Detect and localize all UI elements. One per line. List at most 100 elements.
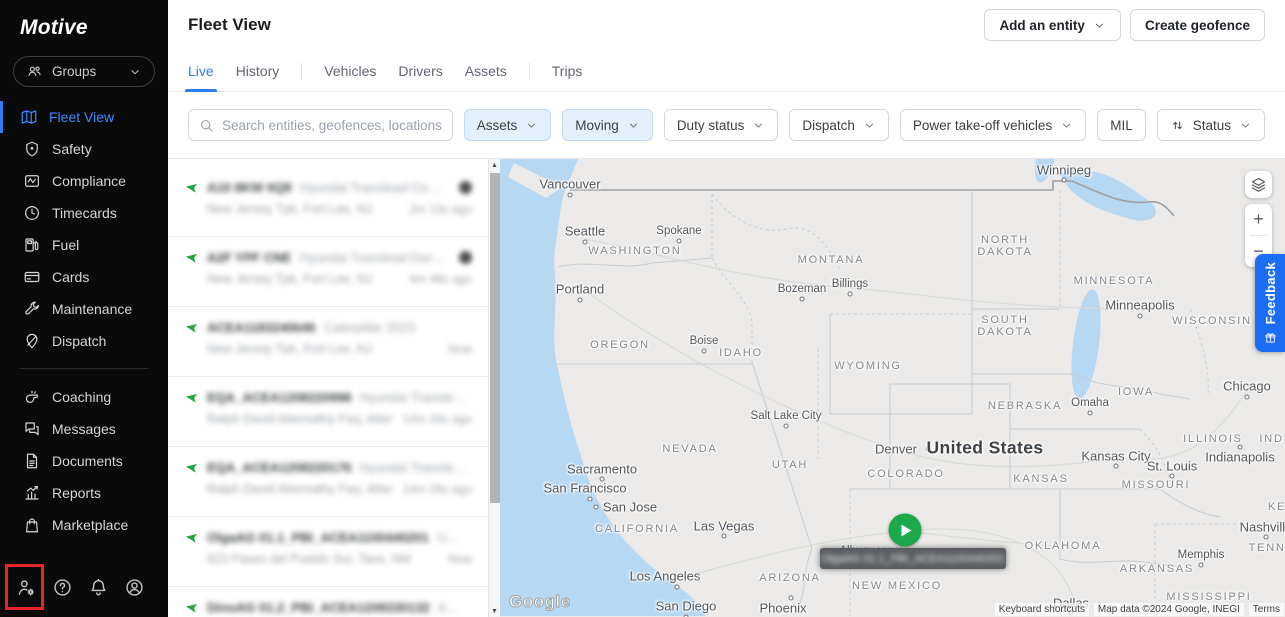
sidebar-item-timecards[interactable]: Timecards (0, 197, 168, 229)
notifications-button[interactable] (86, 575, 110, 599)
create-geofence-button[interactable]: Create geofence (1129, 9, 1265, 41)
chevron-down-icon (131, 69, 139, 74)
entity-type: Caterpillar 2023 (323, 320, 416, 335)
entity-type: Hyundai Translead Com… (299, 180, 451, 195)
sidebar-item-label: Safety (52, 141, 92, 157)
sidebar-item-marketplace[interactable]: Marketplace (0, 509, 168, 541)
sort-status-button[interactable]: Status (1156, 109, 1265, 141)
entity-time: Now (447, 342, 472, 356)
groups-icon (26, 63, 43, 80)
city-dot (925, 446, 931, 452)
city-dot (676, 238, 682, 244)
sidebar-item-maintenance[interactable]: Maintenance (0, 293, 168, 325)
sidebar-item-safety[interactable]: Safety (0, 133, 168, 165)
city-dot (1244, 394, 1250, 400)
sidebar-item-messages[interactable]: Messages (0, 413, 168, 445)
feedback-tab[interactable]: Feedback (1255, 254, 1285, 352)
entity-location: Ralph David Abernathy Fwy, Atlanta, GA (207, 412, 393, 426)
help-button[interactable] (50, 575, 74, 599)
sidebar-item-label: Marketplace (52, 517, 129, 533)
add-entity-label: Add an entity (999, 17, 1085, 33)
entity-type: Hyundai Translead Dura… (299, 250, 451, 265)
filter-chip-dispatch[interactable]: Dispatch (789, 109, 889, 141)
sidebar-item-documents[interactable]: Documents (0, 445, 168, 477)
filter-chip-mil[interactable]: MIL (1097, 109, 1146, 141)
shield-icon (26, 141, 38, 157)
zoom-in-button[interactable]: + (1245, 204, 1272, 235)
scrollbar-thumb[interactable] (490, 173, 500, 503)
gift-icon (1264, 331, 1277, 344)
search-box[interactable] (188, 109, 453, 141)
sidebar-item-reports[interactable]: Reports (0, 477, 168, 509)
filter-chip-duty-status[interactable]: Duty status (663, 109, 779, 141)
tab-live[interactable]: Live (185, 50, 217, 92)
asset-tooltip: OlgaAG 01.1_PBI_ACEA1100440201 (820, 548, 1006, 569)
account-button[interactable] (122, 575, 146, 599)
city-dot (593, 504, 599, 510)
entity-time: 14m 26s ago (402, 412, 472, 426)
entity-location: New Jersey Tpk, Fort Lee, NJ (207, 342, 373, 356)
city-dot (587, 496, 593, 502)
sidebar-item-fuel[interactable]: Fuel (0, 229, 168, 261)
city-dot (599, 476, 605, 482)
city-dot (788, 595, 794, 601)
city-dot (577, 297, 583, 303)
sidebar-item-cards[interactable]: Cards (0, 261, 168, 293)
navigation-arrow-icon (185, 394, 198, 403)
entity-type: U… (436, 530, 460, 545)
scroll-up-arrow[interactable]: ▲ (489, 159, 500, 171)
tab-history[interactable]: History (236, 50, 280, 92)
tab-assets[interactable]: Assets (465, 50, 507, 92)
keyboard-shortcuts-link[interactable]: Keyboard shortcuts (994, 603, 1089, 616)
feedback-label: Feedback (1262, 261, 1278, 325)
chevron-down-icon (1239, 119, 1252, 132)
search-icon (199, 118, 214, 133)
sidebar-item-compliance[interactable]: Compliance (0, 165, 168, 197)
city-dot (674, 584, 680, 590)
navigation-arrow-icon (185, 604, 198, 613)
map-data-credit: Map data ©2024 Google, INEGI (1093, 603, 1244, 616)
sidebar-item-dispatch[interactable]: Dispatch (0, 325, 168, 357)
filter-chip-assets[interactable]: Assets (463, 109, 552, 141)
bell-icon (91, 578, 105, 595)
entity-list-item[interactable]: A10 8KW 6Q8 Hyundai Translead Com… New Jer… (168, 167, 500, 237)
filter-chip-moving[interactable]: Moving (562, 109, 653, 141)
city-dot (701, 348, 707, 354)
create-geofence-label: Create geofence (1144, 17, 1250, 33)
sidebar-item-fleet-view[interactable]: Fleet View (0, 101, 168, 133)
tab-vehicles[interactable]: Vehicles (324, 50, 376, 92)
list-scrollbar[interactable]: ▲ ▼ (488, 159, 500, 617)
map-layers-button[interactable] (1245, 171, 1272, 198)
entity-id: ACEA1183240646 (207, 320, 316, 335)
chevron-down-icon (1093, 19, 1106, 32)
sidebar-item-label: Messages (52, 421, 116, 437)
entity-location: 623 Paseo del Pueblo Sur, Taos, NM (207, 552, 412, 566)
add-entity-button[interactable]: Add an entity (984, 9, 1121, 41)
layers-icon (1250, 176, 1267, 193)
search-input[interactable] (222, 117, 442, 133)
tab-trips[interactable]: Trips (552, 50, 583, 92)
entity-time: 14m 26s ago (402, 482, 472, 496)
terms-link[interactable]: Terms (1248, 603, 1284, 616)
sidebar-item-coaching[interactable]: Coaching (0, 381, 168, 413)
filter-chip-power-take-off-vehicles[interactable]: Power take-off vehicles (899, 109, 1087, 141)
asset-marker[interactable] (888, 513, 922, 547)
clock-icon (25, 206, 39, 220)
map-icon (21, 110, 37, 124)
entity-list-item[interactable]: OlgaAG 01.1_PBI_ACEA1100440201 U… 623 Pase… (168, 517, 500, 587)
tab-drivers[interactable]: Drivers (398, 50, 442, 92)
chip-label: Duty status (676, 117, 745, 133)
scroll-down-arrow[interactable]: ▼ (489, 605, 500, 617)
entity-list-item[interactable]: A2F YPF CNE Hyundai Translead Dura… New Je… (168, 237, 500, 307)
entity-list-item[interactable]: ACEA1183240646 Caterpillar 2023 New Jersey… (168, 307, 500, 377)
google-logo: Google (509, 592, 571, 612)
map-canvas[interactable]: WASHINGTON MONTANA NORTH DAKOTA MINNESOTA WI… (500, 159, 1285, 617)
entity-list-item[interactable]: DinoAG 01.2_PBI_ACEA1208330132 A… (168, 587, 500, 617)
groups-dropdown[interactable]: Groups (13, 56, 155, 87)
admin-settings-button[interactable] (5, 564, 44, 610)
city-dot (1263, 534, 1269, 540)
entity-list-item[interactable]: EQA_ACEA1208220998 Hyundai Transle… Ralph … (168, 377, 500, 447)
city-dot (582, 239, 588, 245)
groups-label: Groups (52, 64, 97, 79)
entity-list-item[interactable]: EQA_ACEA1208220176 Hyundai Transle… Ralph … (168, 447, 500, 517)
